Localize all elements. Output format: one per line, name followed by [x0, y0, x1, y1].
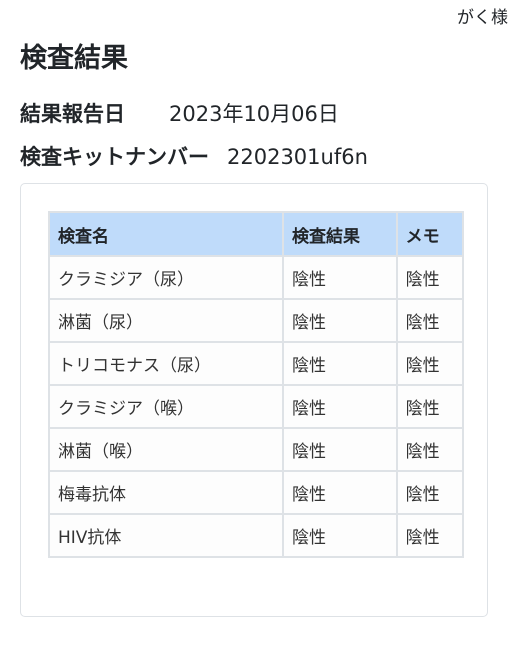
table-row: クラミジア（喉） 陰性 陰性	[48, 384, 465, 429]
table-row: トリコモナス（尿） 陰性 陰性	[48, 341, 465, 386]
test-name-cell: 梅毒抗体	[48, 470, 284, 515]
kit-number-row: 検査キットナンバー 2202301uf6n	[20, 142, 368, 172]
test-result-cell: 陰性	[282, 470, 398, 515]
test-name-cell: 淋菌（尿）	[48, 298, 284, 343]
memo-cell: 陰性	[395, 470, 465, 515]
test-result-cell: 陰性	[282, 427, 398, 472]
report-date-row: 結果報告日 2023年10月06日	[20, 99, 339, 129]
test-result-cell: 陰性	[282, 341, 398, 386]
test-name-cell: HIV抗体	[48, 513, 284, 558]
memo-cell: 陰性	[395, 384, 465, 429]
memo-cell: 陰性	[395, 341, 465, 386]
memo-cell: 陰性	[395, 427, 465, 472]
table-row: HIV抗体 陰性 陰性	[48, 513, 465, 558]
table-row: 淋菌（喉） 陰性 陰性	[48, 427, 465, 472]
kit-number-label: 検査キットナンバー	[20, 145, 209, 169]
header-test-result: 検査結果	[282, 211, 398, 257]
memo-cell: 陰性	[395, 255, 465, 300]
header-memo: メモ	[395, 211, 465, 257]
report-date-value: 2023年10月06日	[169, 102, 339, 126]
memo-cell: 陰性	[395, 513, 465, 558]
test-result-cell: 陰性	[282, 255, 398, 300]
table-row: 梅毒抗体 陰性 陰性	[48, 470, 465, 515]
test-name-cell: クラミジア（喉）	[48, 384, 284, 429]
test-name-cell: トリコモナス（尿）	[48, 341, 284, 386]
memo-cell: 陰性	[395, 298, 465, 343]
table-header-row: 検査名 検査結果 メモ	[48, 211, 465, 257]
results-table: 検査名 検査結果 メモ クラミジア（尿） 陰性 陰性 淋菌（尿） 陰性 陰性 ト…	[48, 211, 465, 558]
test-name-cell: 淋菌（喉）	[48, 427, 284, 472]
report-date-label: 結果報告日	[20, 102, 125, 126]
kit-number-value: 2202301uf6n	[227, 145, 368, 169]
page-title: 検査結果	[20, 43, 128, 74]
test-result-cell: 陰性	[282, 298, 398, 343]
test-name-cell: クラミジア（尿）	[48, 255, 284, 300]
header-test-name: 検査名	[48, 211, 284, 257]
test-result-cell: 陰性	[282, 384, 398, 429]
results-card: 検査名 検査結果 メモ クラミジア（尿） 陰性 陰性 淋菌（尿） 陰性 陰性 ト…	[20, 183, 488, 617]
table-row: クラミジア（尿） 陰性 陰性	[48, 255, 465, 300]
table-row: 淋菌（尿） 陰性 陰性	[48, 298, 465, 343]
test-result-cell: 陰性	[282, 513, 398, 558]
user-name: がく様	[457, 8, 508, 28]
